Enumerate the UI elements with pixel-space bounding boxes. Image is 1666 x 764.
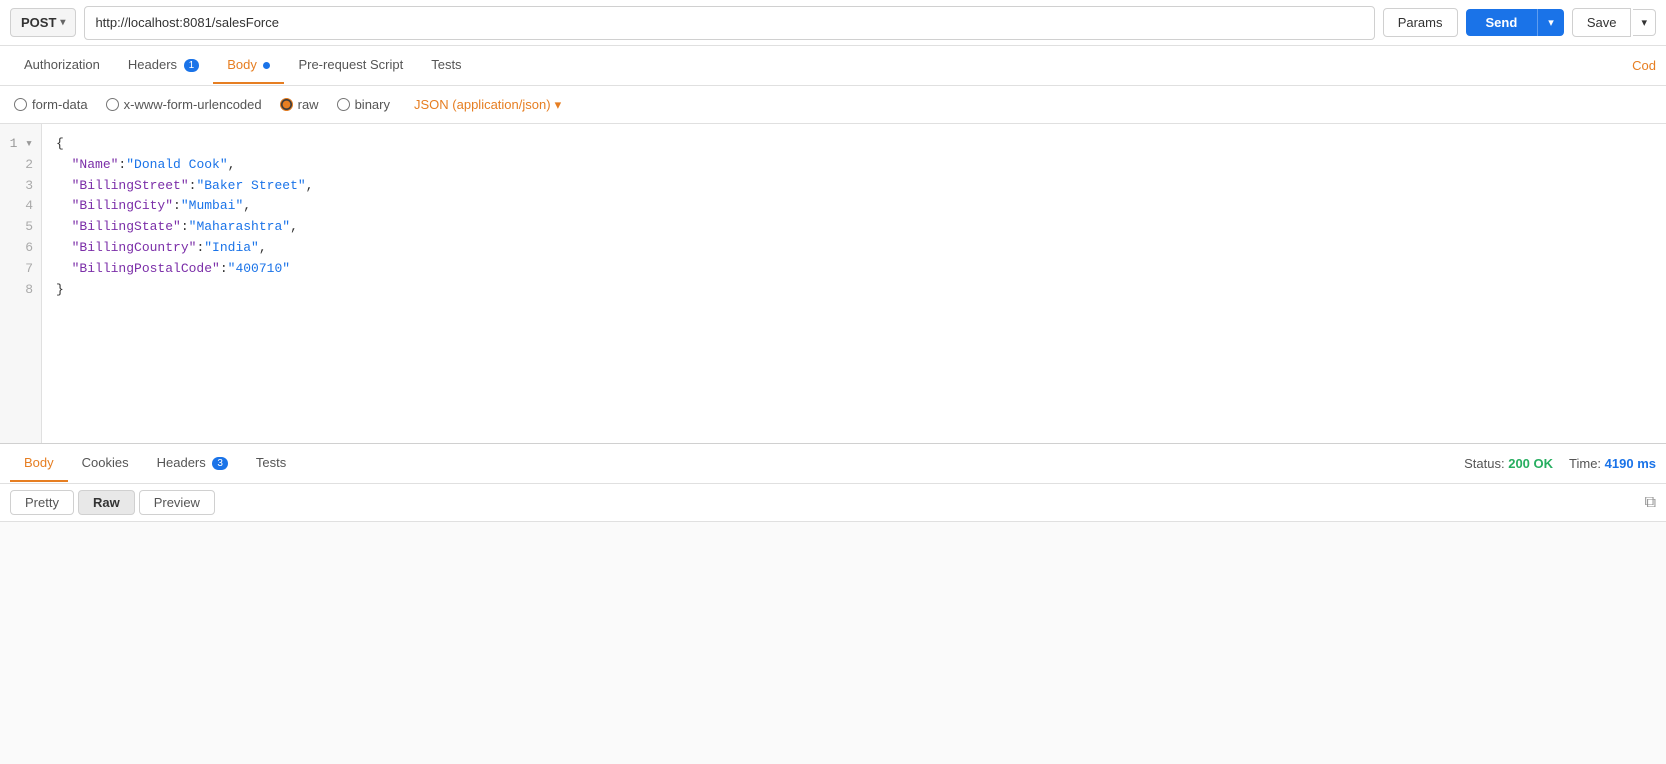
code-link[interactable]: Cod bbox=[1632, 58, 1656, 73]
method-chevron-icon: ▾ bbox=[60, 17, 65, 28]
save-group: Save ▾ bbox=[1572, 8, 1656, 37]
code-textarea[interactable]: { "Name":"Donald Cook", "BillingStreet":… bbox=[42, 124, 1666, 443]
response-body bbox=[0, 522, 1666, 764]
resp-tab-cookies[interactable]: Cookies bbox=[68, 445, 143, 482]
line-num-5: 5 bbox=[0, 217, 41, 238]
line-num-4: 4 bbox=[0, 196, 41, 217]
response-format-bar: Pretty Raw Preview ⧉ bbox=[0, 484, 1666, 522]
resp-headers-badge: 3 bbox=[212, 457, 228, 470]
tab-authorization[interactable]: Authorization bbox=[10, 47, 114, 84]
tab-tests[interactable]: Tests bbox=[417, 47, 475, 84]
code-editor: 1 ▾ 2 3 4 5 6 7 8 { "Name":"Donald Cook"… bbox=[0, 124, 1666, 444]
format-raw-button[interactable]: Raw bbox=[78, 490, 135, 515]
line-num-6: 6 bbox=[0, 238, 41, 259]
line-numbers: 1 ▾ 2 3 4 5 6 7 8 bbox=[0, 124, 42, 443]
line-num-7: 7 bbox=[0, 259, 41, 280]
format-pretty-button[interactable]: Pretty bbox=[10, 490, 74, 515]
resp-tab-tests[interactable]: Tests bbox=[242, 445, 300, 482]
form-data-label: form-data bbox=[32, 97, 88, 112]
json-dropdown-chevron-icon: ▾ bbox=[555, 97, 562, 113]
method-label: POST bbox=[21, 15, 56, 30]
tab-pre-request-script[interactable]: Pre-request Script bbox=[284, 47, 417, 84]
resp-tab-body[interactable]: Body bbox=[10, 445, 68, 482]
time-label: Time: 4190 ms bbox=[1569, 456, 1656, 471]
body-type-bar: form-data x-www-form-urlencoded raw bina… bbox=[0, 86, 1666, 124]
headers-badge: 1 bbox=[184, 59, 200, 72]
send-chevron-button[interactable]: ▾ bbox=[1537, 9, 1564, 36]
status-label: Status: 200 OK bbox=[1464, 456, 1553, 471]
tab-body[interactable]: Body bbox=[213, 47, 284, 84]
send-button[interactable]: Send bbox=[1466, 9, 1538, 36]
request-tabs: Authorization Headers 1 Body Pre-request… bbox=[0, 46, 1666, 86]
option-binary[interactable]: binary bbox=[337, 97, 390, 112]
response-section: Body Cookies Headers 3 Tests Status: 200… bbox=[0, 444, 1666, 764]
params-button[interactable]: Params bbox=[1383, 8, 1458, 37]
save-chevron-button[interactable]: ▾ bbox=[1633, 9, 1656, 36]
urlencoded-label: x-www-form-urlencoded bbox=[124, 97, 262, 112]
json-format-label: JSON (application/json) bbox=[414, 97, 551, 112]
format-preview-button[interactable]: Preview bbox=[139, 490, 215, 515]
radio-binary[interactable] bbox=[337, 98, 350, 111]
radio-form-data[interactable] bbox=[14, 98, 27, 111]
raw-label: raw bbox=[298, 97, 319, 112]
url-input[interactable] bbox=[84, 6, 1374, 40]
line-num-8: 8 bbox=[0, 280, 41, 301]
json-format-dropdown[interactable]: JSON (application/json) ▾ bbox=[414, 97, 561, 113]
response-tabs: Body Cookies Headers 3 Tests Status: 200… bbox=[0, 444, 1666, 484]
save-button[interactable]: Save bbox=[1572, 8, 1632, 37]
top-bar: POST ▾ Params Send ▾ Save ▾ bbox=[0, 0, 1666, 46]
body-dot bbox=[263, 62, 270, 69]
radio-urlencoded[interactable] bbox=[106, 98, 119, 111]
line-num-2: 2 bbox=[0, 155, 41, 176]
copy-icon[interactable]: ⧉ bbox=[1645, 494, 1656, 512]
option-form-data[interactable]: form-data bbox=[14, 97, 88, 112]
binary-label: binary bbox=[355, 97, 390, 112]
method-dropdown[interactable]: POST ▾ bbox=[10, 8, 76, 37]
status-value: 200 OK bbox=[1508, 456, 1553, 471]
send-group: Send ▾ bbox=[1466, 9, 1564, 36]
resp-tab-headers[interactable]: Headers 3 bbox=[143, 445, 242, 482]
option-raw[interactable]: raw bbox=[280, 97, 319, 112]
line-num-1: 1 ▾ bbox=[0, 134, 41, 155]
line-num-3: 3 bbox=[0, 176, 41, 197]
response-status: Status: 200 OK Time: 4190 ms bbox=[1464, 456, 1656, 471]
radio-raw[interactable] bbox=[280, 98, 293, 111]
option-urlencoded[interactable]: x-www-form-urlencoded bbox=[106, 97, 262, 112]
time-value: 4190 ms bbox=[1605, 456, 1656, 471]
tab-headers[interactable]: Headers 1 bbox=[114, 47, 213, 84]
